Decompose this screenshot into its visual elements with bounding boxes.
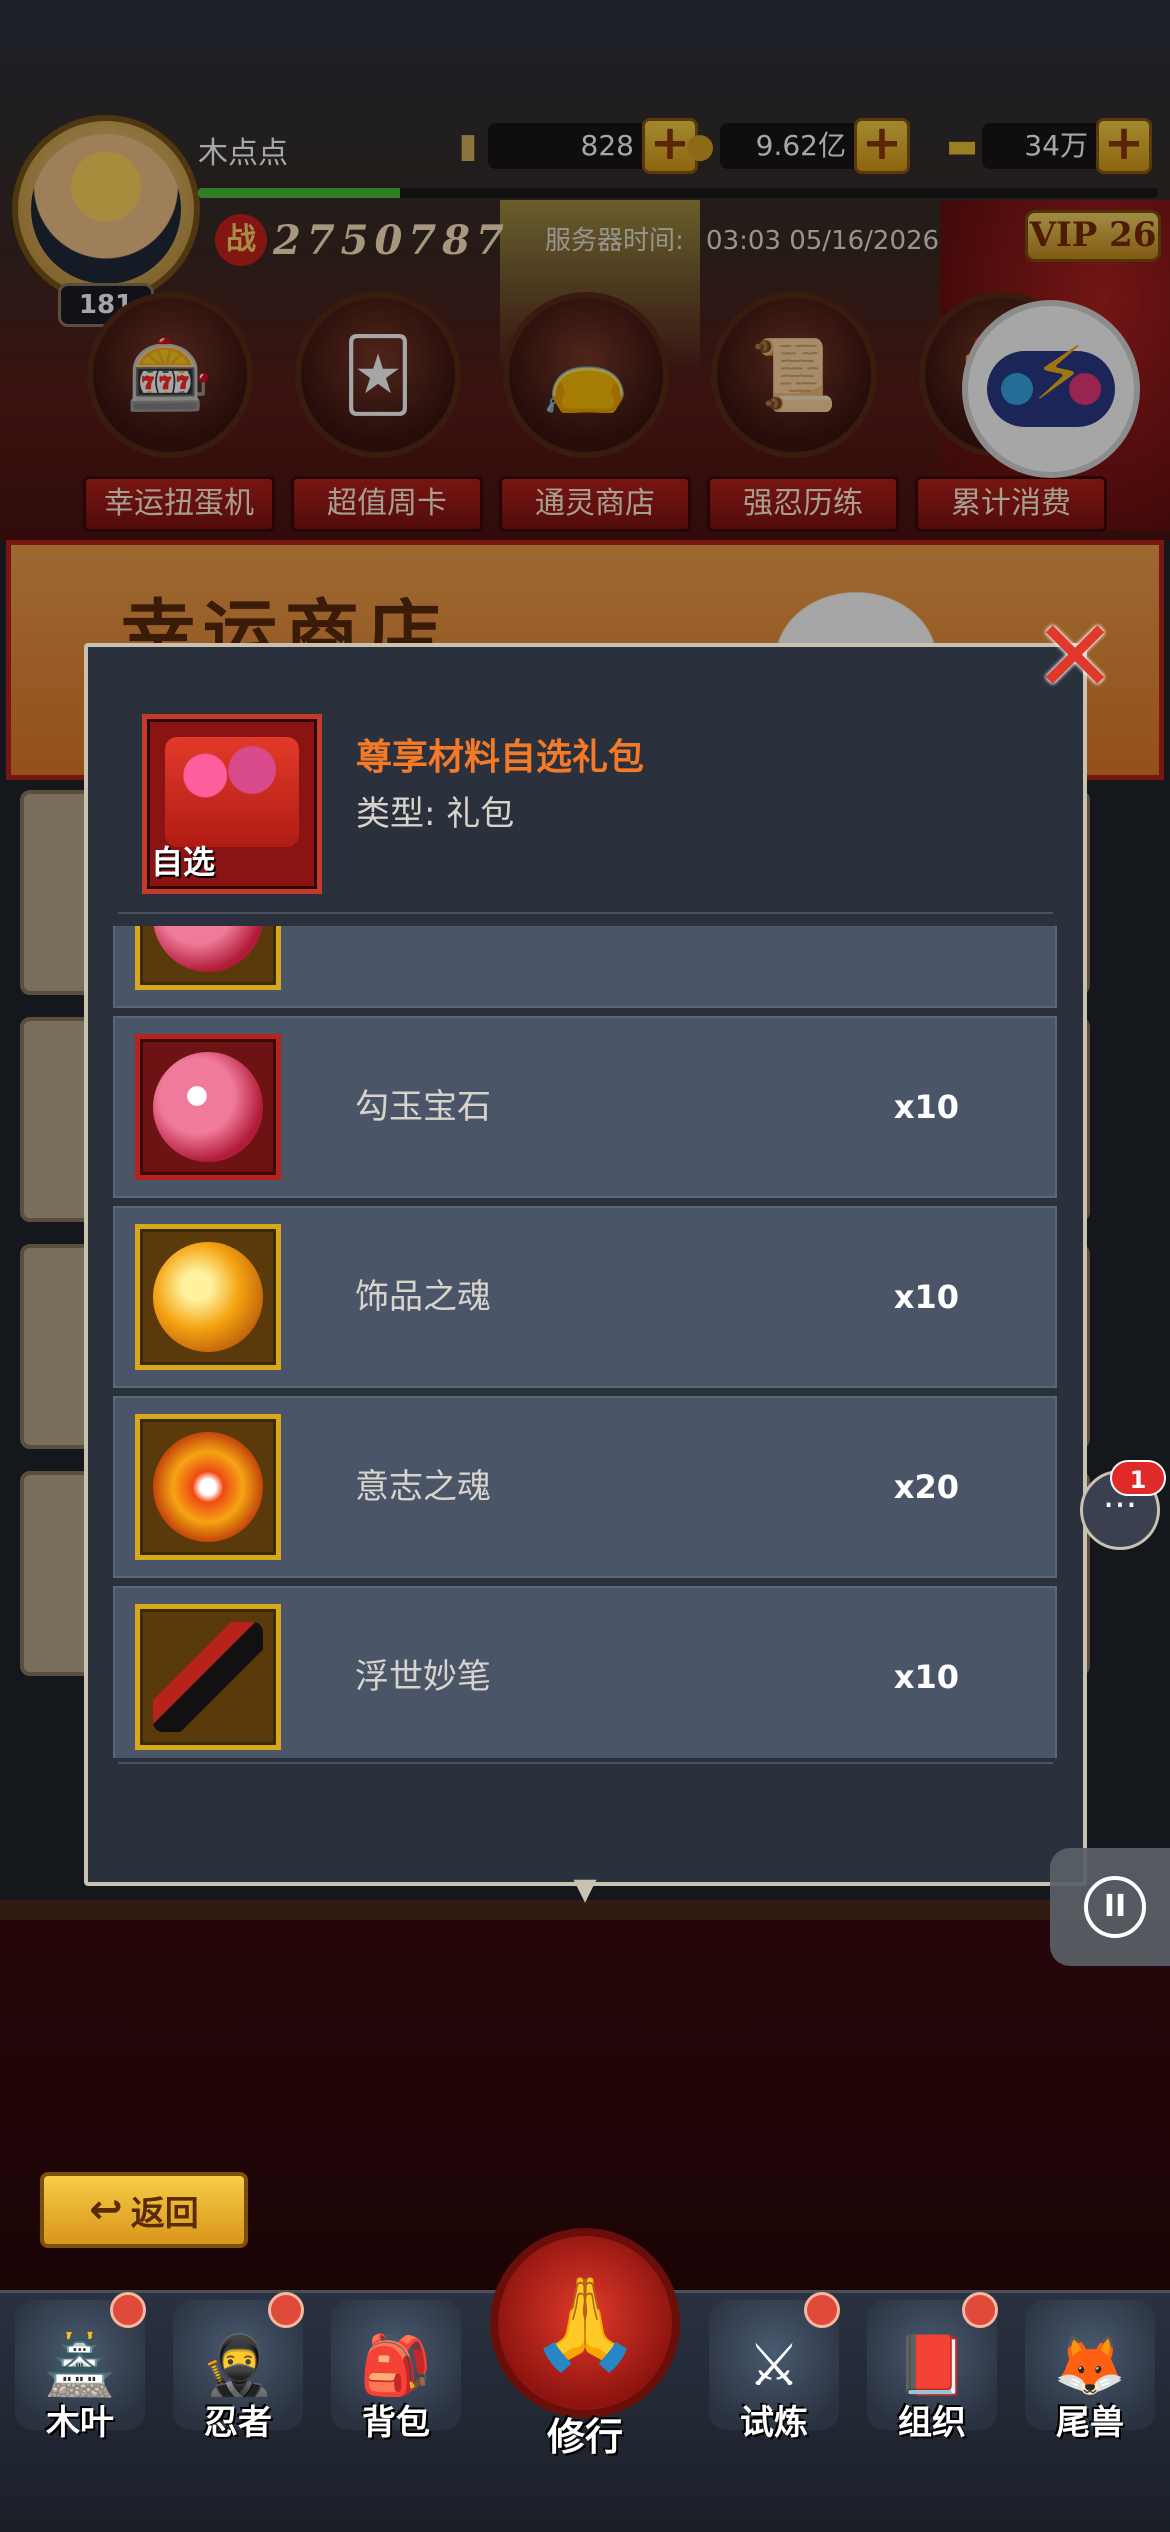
item-quantity: x20 <box>893 1468 959 1506</box>
training-hands-icon: 🙏 <box>490 2228 680 2418</box>
list-item[interactable]: 浮世妙笔 x10 <box>113 1586 1057 1758</box>
notification-dot <box>268 2292 304 2328</box>
nav-label: 木叶 <box>46 2403 114 2443</box>
nav-konoha[interactable]: 🏯 木叶 <box>10 2292 150 2450</box>
item-name: 饰品之魂 <box>355 1277 491 1317</box>
nav-label: 忍者 <box>204 2403 272 2443</box>
list-item[interactable]: 意志之魂 x20 <box>113 1396 1057 1578</box>
back-label: 返回 <box>130 2193 199 2234</box>
gift-name: 尊享材料自选礼包 <box>356 737 645 778</box>
nav-label: 尾兽 <box>1056 2403 1124 2443</box>
chat-badge: 1 <box>1110 1460 1166 1496</box>
list-item[interactable]: 勾玉宝石 x10 <box>113 1016 1057 1198</box>
will-soul-icon <box>153 1432 263 1542</box>
item-quantity: x10 <box>893 1088 959 1126</box>
item-icon-frame <box>135 1034 281 1180</box>
item-icon-frame <box>135 1224 281 1370</box>
gift-item-list[interactable]: 勾玉宝石 x10 饰品之魂 x10 意志之魂 x20 浮世妙笔 x10 <box>113 926 1057 1758</box>
item-name: 浮世妙笔 <box>355 1657 491 1697</box>
nav-trial[interactable]: ⚔ 试炼 <box>704 2292 844 2450</box>
nav-training[interactable]: 🙏 修行 <box>490 2228 680 2478</box>
notification-dot <box>804 2292 840 2328</box>
nav-tailed-beast[interactable]: 🦊 尾兽 <box>1020 2300 1160 2450</box>
gift-box-icon <box>165 737 299 847</box>
gift-type: 类型: 礼包 <box>356 794 515 834</box>
chevron-down-icon: ▼ <box>573 1872 597 1907</box>
back-arrow-icon: ↩ <box>89 2187 123 2233</box>
list-item[interactable] <box>113 926 1057 1008</box>
pause-button[interactable]: II <box>1050 1848 1170 1966</box>
nav-organization[interactable]: 📕 组织 <box>862 2292 1002 2450</box>
item-quantity: x10 <box>893 1278 959 1316</box>
back-button[interactable]: ↩ 返回 <box>40 2172 248 2248</box>
accessory-soul-icon <box>153 1242 263 1352</box>
ink-brush-icon <box>153 1622 263 1732</box>
item-icon-frame <box>135 1604 281 1750</box>
gem-icon <box>153 926 263 972</box>
notification-dot <box>962 2292 998 2328</box>
item-name: 意志之魂 <box>355 1467 491 1507</box>
notification-dot <box>110 2292 146 2328</box>
close-button[interactable]: ✕ <box>1030 607 1120 707</box>
nav-ninja[interactable]: 🥷 忍者 <box>168 2292 308 2450</box>
gift-icon-frame: 自选 <box>142 714 322 894</box>
gift-tag: 自选 <box>151 843 216 881</box>
item-quantity: x10 <box>893 1658 959 1696</box>
nav-backpack[interactable]: 🎒 背包 <box>326 2300 466 2450</box>
nav-label: 组织 <box>898 2403 966 2443</box>
item-icon-frame <box>135 926 281 990</box>
item-icon-frame <box>135 1414 281 1560</box>
divider <box>118 912 1053 914</box>
magatama-gem-icon <box>153 1052 263 1162</box>
nav-label: 试炼 <box>740 2403 808 2443</box>
item-name: 勾玉宝石 <box>355 1087 491 1127</box>
pause-icon: II <box>1084 1876 1146 1938</box>
list-item[interactable]: 饰品之魂 x10 <box>113 1206 1057 1388</box>
nav-label: 修行 <box>546 2415 623 2459</box>
divider <box>118 1762 1053 1764</box>
nav-label: 背包 <box>362 2403 430 2443</box>
